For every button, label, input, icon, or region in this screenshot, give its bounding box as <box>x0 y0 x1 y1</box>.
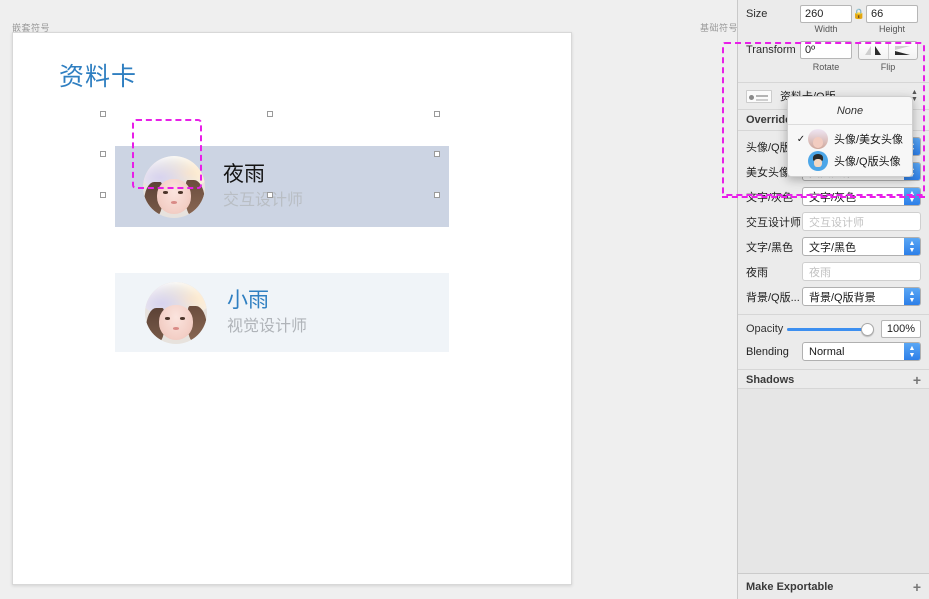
override-row[interactable]: 夜雨 夜雨 <box>738 259 929 284</box>
override-value: 文字/灰色 <box>809 191 857 204</box>
chevron-updown-icon[interactable]: ▲▼ <box>904 188 920 205</box>
opacity-slider-knob[interactable] <box>861 323 874 336</box>
make-exportable-label: Make Exportable <box>746 580 834 593</box>
q-avatar-icon <box>808 151 828 171</box>
page-label-right: 基础符号 <box>700 23 739 33</box>
width-caption: Width <box>814 24 838 34</box>
menu-item-none[interactable]: None <box>788 101 912 121</box>
app-window: 嵌套符号 基础符号 资料卡 夜雨 交互设计师 小雨 视觉设计师 Size 260… <box>0 0 929 599</box>
canvas-area[interactable]: 嵌套符号 基础符号 资料卡 夜雨 交互设计师 小雨 视觉设计师 <box>0 0 739 599</box>
override-label: 背景/Q版... <box>746 291 800 304</box>
override-row[interactable]: 背景/Q版... 背景/Q版背景 ▲ ▼ <box>738 284 929 309</box>
height-input[interactable]: 66 <box>866 5 918 23</box>
resize-handle-e[interactable] <box>434 151 440 157</box>
chevron-updown-icon[interactable]: ▲▼ <box>904 238 920 255</box>
card-role: 视觉设计师 <box>227 317 308 335</box>
blending-value: Normal <box>809 345 845 358</box>
override-label: 文字/灰色 <box>746 191 794 204</box>
make-exportable-row[interactable]: Make Exportable + <box>738 573 929 599</box>
card-text-block: 小雨 视觉设计师 <box>227 288 307 338</box>
resize-handle-ne[interactable] <box>434 111 440 117</box>
opacity-row: Opacity 100% <box>738 315 929 339</box>
override-highlight-avatar <box>132 119 202 189</box>
check-icon: ✓ <box>796 133 806 145</box>
blending-label: Blending <box>746 345 789 358</box>
size-row: Size 260 🔒 66 <box>738 0 929 24</box>
override-row[interactable]: 交互设计师 交互设计师 <box>738 209 929 234</box>
flip-vertical-icon[interactable] <box>887 41 918 59</box>
resize-handle-n[interactable] <box>267 111 273 117</box>
resize-handle-nw[interactable] <box>100 111 106 117</box>
opacity-value-input[interactable]: 100% <box>881 320 921 338</box>
override-select[interactable]: 文字/黑色 ▲ ▼ <box>802 237 921 256</box>
transform-row: Transform 0º <box>738 38 929 62</box>
override-label: 文字/黑色 <box>746 241 794 254</box>
menu-item-label: 头像/美女头像 <box>834 134 904 146</box>
profile-card[interactable]: 小雨 视觉设计师 <box>115 273 449 352</box>
artboard-title: 资料卡 <box>59 63 138 91</box>
panel-empty-area <box>738 388 929 573</box>
menu-item[interactable]: 头像/Q版头像 <box>788 150 912 172</box>
chevron-updown-icon[interactable]: ▲▼ <box>904 343 920 360</box>
flip-buttons[interactable] <box>858 40 918 60</box>
lock-icon[interactable]: 🔒 <box>852 9 866 20</box>
plus-icon[interactable]: + <box>913 373 921 387</box>
opacity-slider[interactable] <box>787 322 874 336</box>
rotate-input[interactable]: 0º <box>800 41 852 59</box>
flip-horizontal-icon[interactable] <box>859 42 888 59</box>
menu-divider <box>788 124 912 125</box>
transform-captions: Rotate Flip <box>738 62 929 76</box>
opacity-label: Opacity <box>746 323 784 335</box>
height-caption: Height <box>878 24 905 34</box>
symbol-thumbnail-icon <box>746 89 772 103</box>
chevron-updown-icon[interactable]: ▲▼ <box>904 288 920 305</box>
override-select[interactable]: 背景/Q版背景 ▲ ▼ <box>802 287 921 306</box>
override-value: 文字/黑色 <box>809 241 857 254</box>
size-label: Size <box>746 8 768 20</box>
transform-label: Transform <box>746 44 796 56</box>
width-input[interactable]: 260 <box>800 5 852 23</box>
size-captions: Width Height <box>738 24 929 38</box>
shadows-label: Shadows <box>746 374 795 386</box>
blending-row[interactable]: Blending Normal ▲ ▼ <box>738 339 929 364</box>
flip-caption: Flip <box>880 62 896 72</box>
resize-handle-se[interactable] <box>434 192 440 198</box>
artboard[interactable]: 资料卡 夜雨 交互设计师 小雨 视觉设计师 <box>12 32 572 585</box>
inspector-panel[interactable]: Size 260 🔒 66 Width Height Transform 0º <box>737 0 929 599</box>
override-dropdown-menu[interactable]: None ✓ 头像/美女头像 头像/Q版头像 <box>787 96 913 177</box>
override-value: 背景/Q版背景 <box>809 291 876 304</box>
avatar[interactable] <box>145 281 207 344</box>
girl-avatar-icon <box>808 129 828 149</box>
override-text-input[interactable]: 夜雨 <box>802 262 921 281</box>
plus-icon[interactable]: + <box>913 580 921 594</box>
resize-handle-w[interactable] <box>100 151 106 157</box>
override-row[interactable]: 文字/黑色 文字/黑色 ▲ ▼ <box>738 234 929 259</box>
menu-item-label: 头像/Q版头像 <box>834 156 901 168</box>
avatar-photo <box>145 281 207 344</box>
blending-select[interactable]: Normal ▲ ▼ <box>802 342 921 361</box>
override-label: 交互设计师 <box>746 216 801 229</box>
override-select[interactable]: 文字/灰色 ▲ ▼ <box>802 187 921 206</box>
override-label: 夜雨 <box>746 266 768 279</box>
menu-item[interactable]: ✓ 头像/美女头像 <box>788 128 912 150</box>
resize-handle-s[interactable] <box>267 192 273 198</box>
override-text-input[interactable]: 交互设计师 <box>802 212 921 231</box>
resize-handle-sw[interactable] <box>100 192 106 198</box>
rotate-caption: Rotate <box>812 62 840 72</box>
override-row[interactable]: 文字/灰色 文字/灰色 ▲ ▼ <box>738 184 929 209</box>
card-name: 小雨 <box>227 288 269 312</box>
